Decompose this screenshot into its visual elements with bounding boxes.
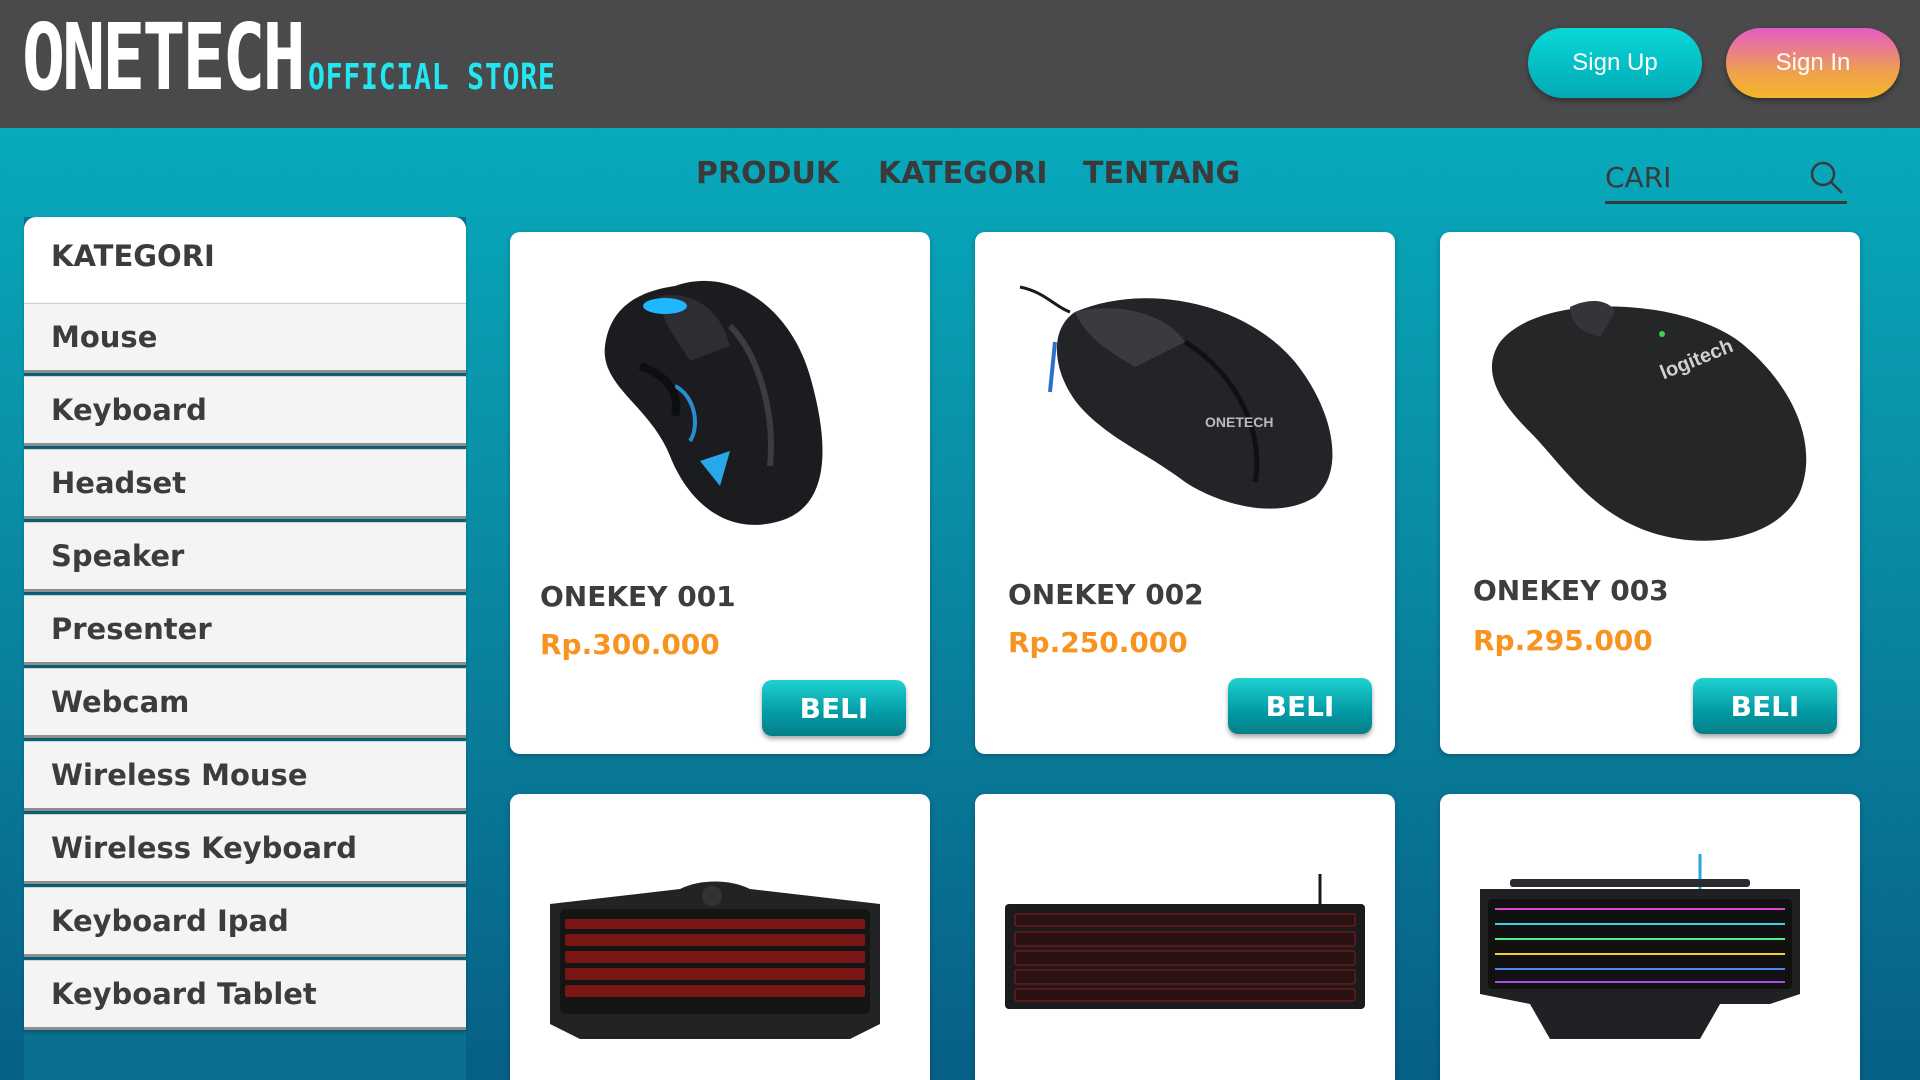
sidebar-item-webcam[interactable]: Webcam — [24, 668, 466, 738]
sidebar-item-label: Keyboard — [51, 393, 207, 427]
sidebar-item-label: Keyboard Ipad — [51, 904, 289, 938]
sign-up-button[interactable]: Sign Up — [1528, 28, 1702, 98]
product-name[interactable]: ONEKEY 003 — [1473, 574, 1669, 607]
product-name[interactable]: ONEKEY 001 — [540, 580, 736, 613]
keyboard-image[interactable] — [540, 874, 890, 1044]
sidebar-item-keyboard[interactable]: Keyboard — [24, 376, 466, 446]
sidebar-header: KATEGORI — [24, 217, 466, 303]
sidebar-item-label: Webcam — [51, 685, 190, 719]
sidebar-item-label: Wireless Mouse — [51, 758, 308, 792]
sidebar-item-mouse[interactable]: Mouse — [24, 303, 466, 373]
sidebar-item-label: Headset — [51, 466, 187, 500]
top-bar: ONETECH OFFICIAL STORE Sign Up Sign In — [0, 0, 1920, 128]
product-card[interactable] — [975, 794, 1395, 1080]
brand-logo-text: ONETECH — [1205, 414, 1273, 430]
product-card[interactable] — [510, 794, 930, 1080]
keyboard-image[interactable] — [1000, 874, 1370, 1014]
nav-kategori[interactable]: KATEGORI — [878, 154, 1047, 194]
sidebar-item-wireless-keyboard[interactable]: Wireless Keyboard — [24, 814, 466, 884]
buy-button[interactable]: BELI — [1228, 678, 1372, 734]
sidebar-title: KATEGORI — [51, 239, 215, 273]
nav-tentang[interactable]: TENTANG — [1083, 154, 1240, 194]
sidebar-item-keyboard-tablet[interactable]: Keyboard Tablet — [24, 960, 466, 1030]
product-card[interactable] — [1440, 794, 1860, 1080]
gaming-mouse-image[interactable]: ONETECH — [1015, 282, 1355, 522]
buy-button[interactable]: BELI — [762, 680, 906, 736]
sidebar-item-headset[interactable]: Headset — [24, 449, 466, 519]
buy-button[interactable]: BELI — [1693, 678, 1837, 734]
sidebar-item-presenter[interactable]: Presenter — [24, 595, 466, 665]
search-bar — [1605, 152, 1847, 204]
nav-produk[interactable]: PRODUK — [696, 154, 839, 194]
wireless-mouse-image[interactable]: logitech — [1480, 292, 1820, 552]
product-card[interactable]: ONEKEY 001 Rp.300.000 BELI — [510, 232, 930, 754]
keyboard-image[interactable] — [1470, 854, 1810, 1044]
sidebar-item-label: Wireless Keyboard — [51, 831, 357, 865]
sidebar-item-label: Presenter — [51, 612, 212, 646]
sidebar-item-label: Mouse — [51, 320, 158, 354]
search-icon[interactable] — [1809, 160, 1843, 194]
sidebar-item-label: Speaker — [51, 539, 185, 573]
product-card[interactable]: ONETECH ONEKEY 002 Rp.250.000 BELI — [975, 232, 1395, 754]
sidebar-item-label: Keyboard Tablet — [51, 977, 317, 1011]
category-sidebar: KATEGORI Mouse Keyboard Headset Speaker … — [24, 217, 466, 1080]
sidebar-item-wireless-mouse[interactable]: Wireless Mouse — [24, 741, 466, 811]
product-card[interactable]: logitech ONEKEY 003 Rp.295.000 BELI — [1440, 232, 1860, 754]
gaming-mouse-image[interactable] — [580, 266, 860, 536]
logo-onetech[interactable]: ONETECH — [22, 8, 306, 108]
product-price: Rp.250.000 — [1008, 626, 1188, 659]
sidebar-item-keyboard-ipad[interactable]: Keyboard Ipad — [24, 887, 466, 957]
sidebar-item-speaker[interactable]: Speaker — [24, 522, 466, 592]
logo-official-store: OFFICIAL STORE — [308, 57, 556, 98]
search-input[interactable] — [1605, 156, 1795, 198]
product-price: Rp.295.000 — [1473, 624, 1653, 657]
product-name[interactable]: ONEKEY 002 — [1008, 578, 1204, 611]
sign-in-button[interactable]: Sign In — [1726, 28, 1900, 98]
product-price: Rp.300.000 — [540, 628, 720, 661]
